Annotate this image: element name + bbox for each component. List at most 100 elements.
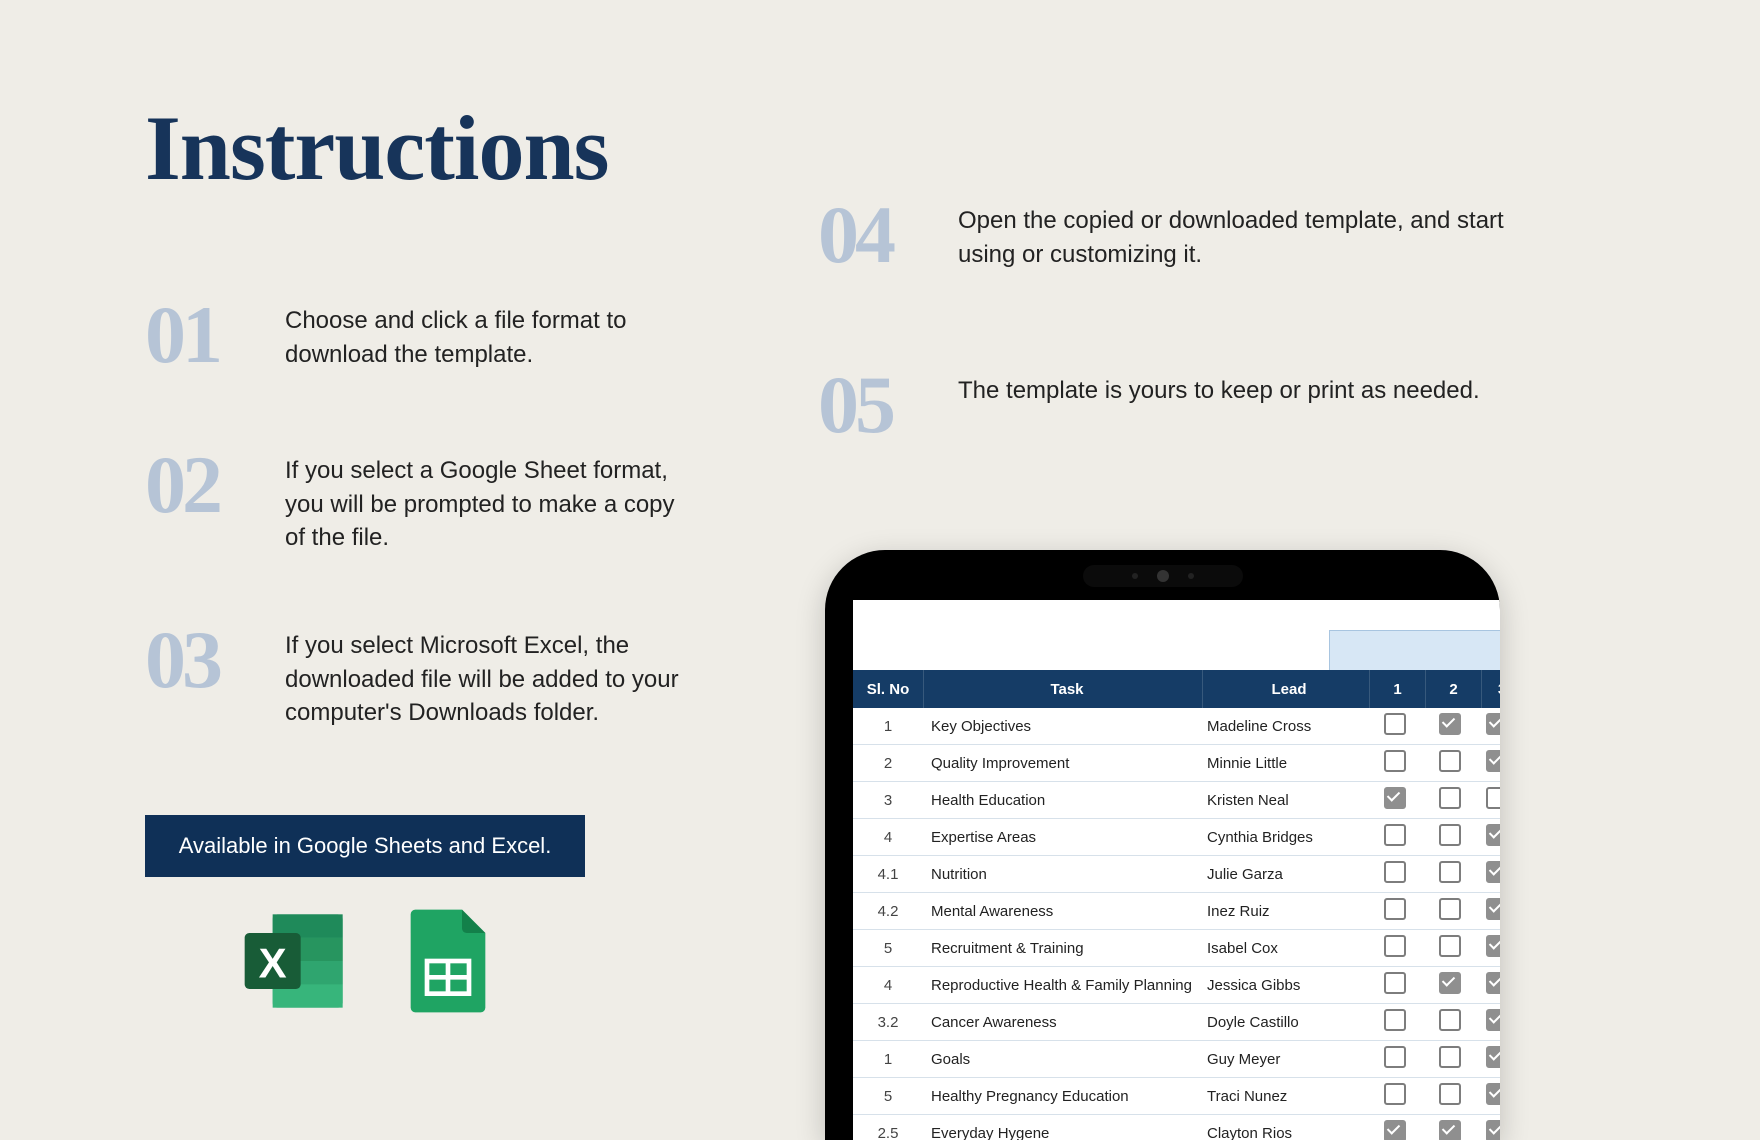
cell-sl: 1	[853, 1051, 923, 1068]
cell-lead: Madeline Cross	[1201, 718, 1367, 735]
checkbox-icon[interactable]	[1486, 972, 1500, 994]
cell-check[interactable]	[1422, 750, 1477, 776]
cell-check[interactable]	[1422, 1083, 1477, 1109]
cell-task: Key Objectives	[923, 718, 1201, 735]
tablet-preview: Sl. No Task Lead 1 2 3 1Key ObjectivesMa…	[825, 550, 1500, 1140]
checkbox-icon[interactable]	[1384, 898, 1406, 920]
checkbox-icon[interactable]	[1486, 898, 1500, 920]
checkbox-icon[interactable]	[1486, 1009, 1500, 1031]
step-1: 01 Choose and click a file format to dow…	[145, 300, 695, 371]
cell-check[interactable]	[1477, 861, 1500, 887]
checkbox-icon[interactable]	[1486, 861, 1500, 883]
checkbox-icon[interactable]	[1439, 750, 1461, 772]
checkbox-icon[interactable]	[1384, 1009, 1406, 1031]
cell-check[interactable]	[1367, 1046, 1422, 1072]
checkbox-icon[interactable]	[1384, 1120, 1406, 1140]
cell-check[interactable]	[1422, 935, 1477, 961]
cell-check[interactable]	[1477, 824, 1500, 850]
cell-task: Everyday Hygene	[923, 1125, 1201, 1140]
cell-check[interactable]	[1367, 824, 1422, 850]
checkbox-icon[interactable]	[1486, 1120, 1500, 1140]
checkbox-icon[interactable]	[1439, 972, 1461, 994]
cell-check[interactable]	[1477, 787, 1500, 813]
cell-check[interactable]	[1477, 1120, 1500, 1140]
cell-check[interactable]	[1367, 713, 1422, 739]
checkbox-icon[interactable]	[1486, 935, 1500, 957]
checkbox-icon[interactable]	[1384, 824, 1406, 846]
checkbox-icon[interactable]	[1439, 935, 1461, 957]
checkbox-icon[interactable]	[1486, 1046, 1500, 1068]
cell-check[interactable]	[1367, 1009, 1422, 1035]
checkbox-icon[interactable]	[1439, 713, 1461, 735]
checkbox-icon[interactable]	[1439, 1120, 1461, 1140]
cell-check[interactable]	[1367, 861, 1422, 887]
checkbox-icon[interactable]	[1486, 750, 1500, 772]
checkbox-icon[interactable]	[1486, 824, 1500, 846]
cell-check[interactable]	[1422, 972, 1477, 998]
checkbox-icon[interactable]	[1486, 1083, 1500, 1105]
checkbox-icon[interactable]	[1439, 1083, 1461, 1105]
step-4: 04 Open the copied or downloaded templat…	[818, 200, 1518, 271]
checkbox-icon[interactable]	[1384, 861, 1406, 883]
cell-check[interactable]	[1477, 898, 1500, 924]
checkbox-icon[interactable]	[1384, 1083, 1406, 1105]
cell-check[interactable]	[1477, 750, 1500, 776]
table-row: 4.2Mental AwarenessInez Ruiz	[853, 893, 1500, 930]
cell-check[interactable]	[1422, 1009, 1477, 1035]
table-row: 1Key ObjectivesMadeline Cross	[853, 708, 1500, 745]
table-row: 2.5Everyday HygeneClayton Rios	[853, 1115, 1500, 1140]
cell-check[interactable]	[1477, 972, 1500, 998]
table-row: 3Health EducationKristen Neal	[853, 782, 1500, 819]
checkbox-icon[interactable]	[1439, 861, 1461, 883]
cell-check[interactable]	[1477, 1083, 1500, 1109]
checkbox-icon[interactable]	[1384, 935, 1406, 957]
checkbox-icon[interactable]	[1384, 713, 1406, 735]
checkbox-icon[interactable]	[1384, 750, 1406, 772]
cell-check[interactable]	[1422, 787, 1477, 813]
checkbox-icon[interactable]	[1439, 1009, 1461, 1031]
cell-check[interactable]	[1422, 1046, 1477, 1072]
cell-check[interactable]	[1367, 1083, 1422, 1109]
cell-check[interactable]	[1422, 898, 1477, 924]
cell-check[interactable]	[1367, 898, 1422, 924]
checkbox-icon[interactable]	[1384, 972, 1406, 994]
cell-task: Cancer Awareness	[923, 1014, 1201, 1031]
table-row: 5Healthy Pregnancy EducationTraci Nunez	[853, 1078, 1500, 1115]
header-lead: Lead	[1203, 670, 1370, 708]
cell-check[interactable]	[1422, 861, 1477, 887]
checkbox-icon[interactable]	[1486, 787, 1500, 809]
table-header-row: Sl. No Task Lead 1 2 3	[853, 670, 1500, 708]
cell-sl: 4	[853, 977, 923, 994]
cell-check[interactable]	[1422, 1120, 1477, 1140]
checkbox-icon[interactable]	[1486, 713, 1500, 735]
cell-check[interactable]	[1367, 972, 1422, 998]
cell-check[interactable]	[1367, 787, 1422, 813]
page-title: Instructions	[145, 95, 608, 201]
cell-check[interactable]	[1367, 750, 1422, 776]
cell-check[interactable]	[1367, 1120, 1422, 1140]
tablet-camera-icon	[1157, 570, 1169, 582]
checkbox-icon[interactable]	[1439, 1046, 1461, 1068]
step-number: 02	[145, 450, 265, 520]
checkbox-icon[interactable]	[1384, 1046, 1406, 1068]
cell-lead: Cynthia Bridges	[1201, 829, 1367, 846]
checkbox-icon[interactable]	[1384, 787, 1406, 809]
cell-task: Mental Awareness	[923, 903, 1201, 920]
available-formats-button[interactable]: Available in Google Sheets and Excel.	[145, 815, 585, 877]
excel-icon[interactable]: X	[240, 905, 352, 1022]
cell-check[interactable]	[1422, 824, 1477, 850]
cell-check[interactable]	[1367, 935, 1422, 961]
checkbox-icon[interactable]	[1439, 787, 1461, 809]
cell-check[interactable]	[1477, 713, 1500, 739]
cell-check[interactable]	[1477, 1009, 1500, 1035]
cell-sl: 3	[853, 792, 923, 809]
cell-check[interactable]	[1422, 713, 1477, 739]
cell-lead: Doyle Castillo	[1201, 1014, 1367, 1031]
cell-sl: 4.1	[853, 866, 923, 883]
cell-check[interactable]	[1477, 1046, 1500, 1072]
cell-check[interactable]	[1477, 935, 1500, 961]
checkbox-icon[interactable]	[1439, 824, 1461, 846]
checkbox-icon[interactable]	[1439, 898, 1461, 920]
google-sheets-icon[interactable]	[392, 905, 504, 1022]
cell-lead: Guy Meyer	[1201, 1051, 1367, 1068]
